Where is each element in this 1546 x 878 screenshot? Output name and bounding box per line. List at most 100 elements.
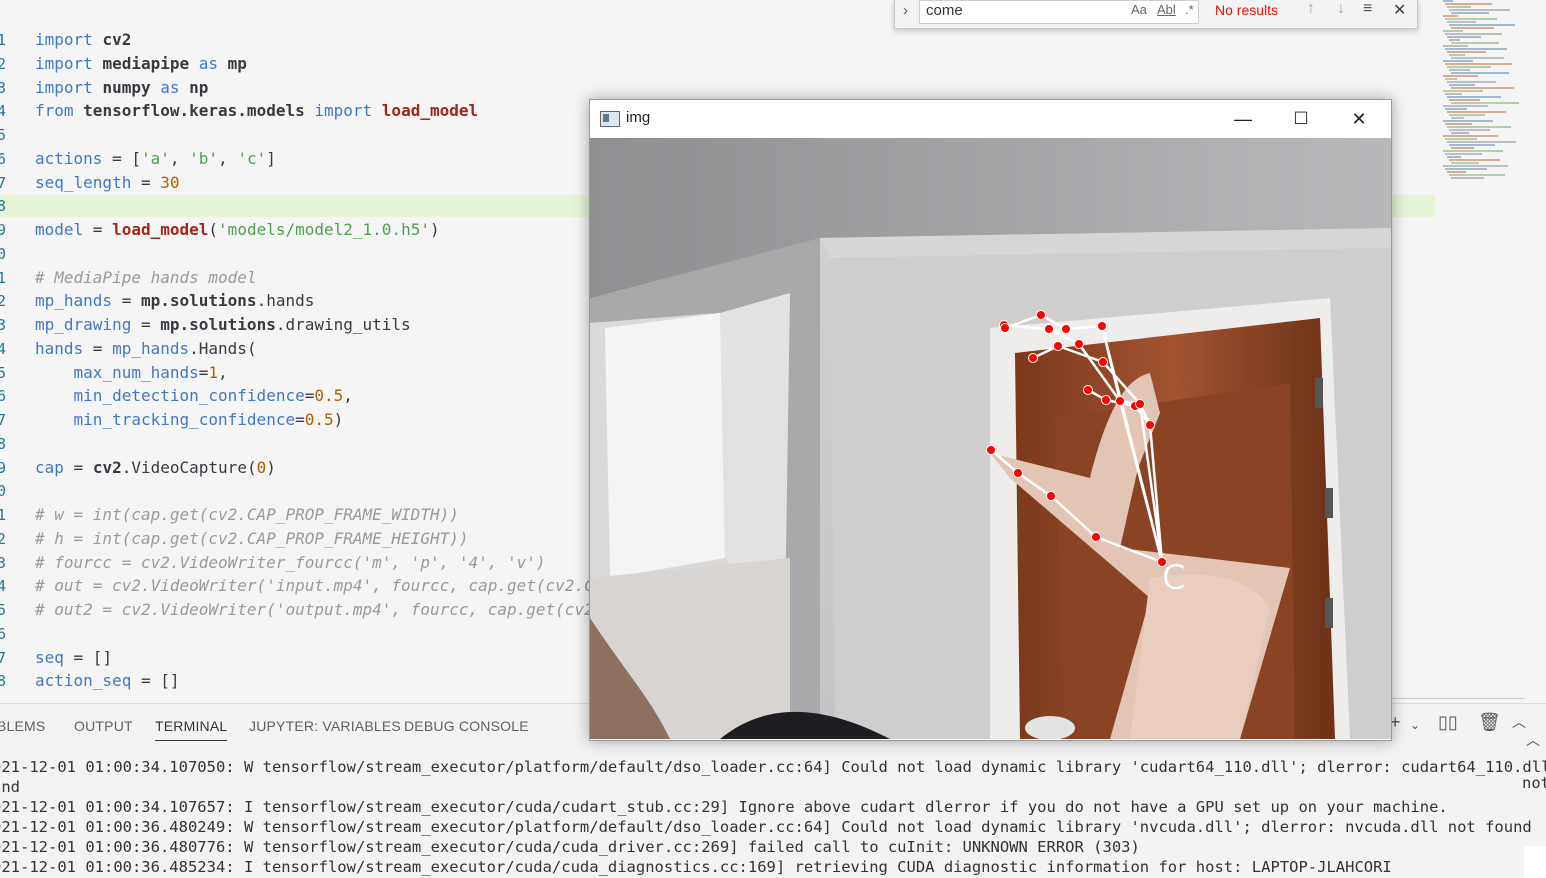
- minimize-icon[interactable]: —: [1220, 100, 1266, 138]
- code-line[interactable]: import numpy as np: [35, 78, 208, 98]
- minimap-line: [1445, 93, 1462, 95]
- code-token: min_tracking_confidence: [73, 410, 296, 429]
- kill-terminal-trash-icon[interactable]: 🗑: [1478, 712, 1501, 733]
- code-token: 'b': [189, 148, 219, 168]
- minimap-line: [1445, 33, 1502, 35]
- minimap-line: [1447, 21, 1476, 23]
- minimap-line: [1447, 66, 1491, 68]
- code-token: .drawing_utils: [275, 315, 411, 334]
- webcam-frame: C: [590, 138, 1391, 739]
- code-token: 'models/model2_1.0.h5': [218, 220, 430, 239]
- line-number: 2: [0, 54, 6, 73]
- terminal-line: 021-12-01 01:00:34.107050: W tensorflow/…: [0, 758, 1546, 776]
- line-number: 2: [0, 292, 6, 311]
- code-token: 0.5: [304, 410, 334, 429]
- find-in-selection-icon[interactable]: ≡: [1363, 0, 1372, 18]
- code-token: min_detection_confidence: [73, 386, 305, 406]
- code-line[interactable]: hands = mp_hands.Hands(: [35, 339, 257, 359]
- code-line[interactable]: # out = cv2.VideoWriter('input.mp4', fou…: [35, 576, 594, 596]
- code-line[interactable]: cap = cv2.VideoCapture(0): [35, 458, 276, 478]
- code-line[interactable]: action_seq = []: [35, 671, 180, 691]
- opencv-image-window[interactable]: img — ☐ ✕ C: [589, 99, 1392, 741]
- code-token: ): [333, 410, 344, 429]
- minimap-line: [1447, 126, 1511, 128]
- tab-output[interactable]: OUTPUT: [74, 718, 133, 734]
- code-line[interactable]: import cv2: [35, 30, 131, 50]
- code-line[interactable]: # w = int(cap.get(cv2.CAP_PROP_FRAME_WID…: [35, 505, 459, 525]
- code-line[interactable]: from tensorflow.keras.models import load…: [35, 101, 478, 121]
- line-number: 6: [0, 387, 6, 406]
- code-line[interactable]: import mediapipe as mp: [35, 54, 247, 74]
- line-number: 3: [0, 316, 6, 334]
- minimap-line: [1451, 132, 1469, 134]
- terminal-line: 021-12-01 01:00:36.485234: I tensorflow/…: [0, 858, 1392, 876]
- use-regex-button[interactable]: .*: [1185, 2, 1194, 17]
- tab-problems[interactable]: BLEMS: [0, 718, 45, 734]
- code-line[interactable]: max_num_hands=1,: [35, 363, 228, 383]
- minimap-line: [1449, 114, 1485, 116]
- line-number: 6: [0, 149, 6, 168]
- landmark-point: [1097, 321, 1107, 331]
- code-token: load_model: [381, 101, 479, 121]
- tab-jupyter-variables[interactable]: JUPYTER: VARIABLES: [249, 718, 401, 734]
- minimap-line: [1447, 6, 1471, 8]
- scroll-up-chevron-icon[interactable]: ︿: [1526, 730, 1540, 750]
- landmark-point: [1098, 357, 1108, 367]
- code-token: import: [304, 101, 382, 121]
- code-line[interactable]: # fourcc = cv2.VideoWriter_fourcc('m', '…: [35, 553, 546, 573]
- code-line[interactable]: # out2 = cv2.VideoWriter('output.mp4', f…: [35, 600, 594, 620]
- code-line[interactable]: # h = int(cap.get(cv2.CAP_PROP_FRAME_HEI…: [35, 529, 468, 549]
- maximize-panel-chevron-up-icon[interactable]: ︿: [1512, 712, 1526, 732]
- code-token: ,: [218, 362, 228, 382]
- minimap-line: [1449, 39, 1460, 41]
- terminal-scrollbar[interactable]: [1524, 846, 1546, 878]
- line-number: 6: [0, 624, 6, 643]
- toggle-replace-chevron-icon[interactable]: ›: [903, 2, 908, 19]
- landmark-point: [1000, 323, 1010, 333]
- minimap[interactable]: [1440, 0, 1540, 200]
- minimap-line: [1443, 135, 1498, 137]
- code-token: mp.solutions: [140, 291, 257, 311]
- split-terminal-icon[interactable]: ▯▯: [1438, 712, 1458, 733]
- terminal-dropdown-chevron-icon[interactable]: ⌄: [1410, 718, 1420, 732]
- tab-terminal[interactable]: TERMINAL: [155, 718, 228, 741]
- line-number: 5: [0, 126, 6, 144]
- code-token: action_seq: [35, 671, 132, 691]
- match-whole-word-button[interactable]: Abl: [1157, 2, 1176, 17]
- landmark-point: [1115, 396, 1125, 406]
- line-number: 4: [0, 577, 6, 596]
- code-line[interactable]: mp_hands = mp.solutions.hands: [35, 291, 314, 311]
- code-line[interactable]: min_tracking_confidence=0.5): [35, 410, 344, 430]
- code-token: mp_hands: [112, 338, 190, 358]
- window-titlebar[interactable]: img — ☐ ✕: [590, 100, 1391, 138]
- code-line[interactable]: seq_length = 30: [35, 173, 180, 193]
- code-line[interactable]: # MediaPipe hands model: [35, 268, 257, 288]
- code-token: mp: [227, 53, 247, 73]
- code-token: =: [83, 338, 113, 358]
- minimap-line: [1443, 120, 1493, 122]
- code-token: (: [208, 220, 219, 239]
- tab-debug-console[interactable]: DEBUG CONSOLE: [404, 718, 529, 734]
- minimap-line: [1451, 117, 1464, 119]
- line-number: 1: [0, 506, 6, 524]
- minimap-line: [1443, 60, 1473, 62]
- landmark-point: [1046, 491, 1056, 501]
- next-match-arrow-down-icon[interactable]: ↓: [1337, 0, 1345, 18]
- code-line[interactable]: seq = []: [35, 648, 112, 668]
- code-token: max_num_hands: [73, 362, 199, 382]
- code-line[interactable]: min_detection_confidence=0.5,: [35, 386, 353, 406]
- code-line[interactable]: mp_drawing = mp.solutions.drawing_utils: [35, 315, 411, 335]
- maximize-icon[interactable]: ☐: [1278, 100, 1324, 138]
- code-token: tensorflow.keras.models: [83, 101, 305, 121]
- code-token: =: [131, 172, 161, 192]
- code-line[interactable]: actions = ['a', 'b', 'c']: [35, 149, 276, 169]
- close-icon[interactable]: ✕: [1336, 100, 1382, 138]
- line-number: 5: [0, 601, 6, 619]
- landmark-point: [1061, 324, 1071, 334]
- code-token: 0.5: [314, 386, 344, 406]
- code-line[interactable]: model = load_model('models/model2_1.0.h5…: [35, 220, 440, 240]
- previous-match-arrow-up-icon[interactable]: ↑: [1307, 0, 1315, 18]
- match-case-button[interactable]: Aa: [1131, 2, 1147, 17]
- minimap-line: [1447, 141, 1516, 143]
- close-find-icon[interactable]: ✕: [1393, 0, 1406, 20]
